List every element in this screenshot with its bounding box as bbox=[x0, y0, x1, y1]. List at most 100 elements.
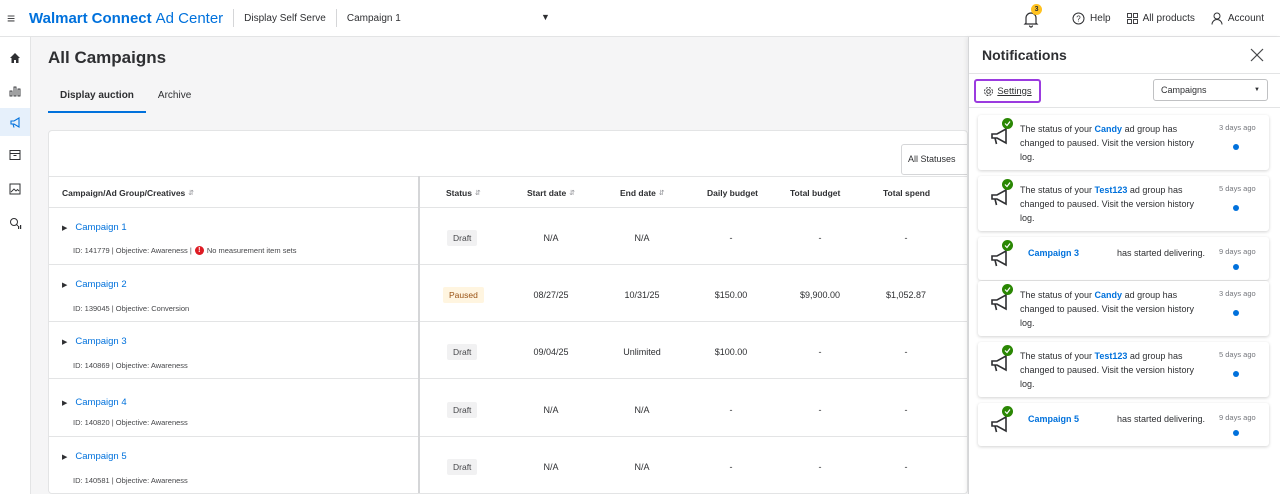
image-icon bbox=[9, 183, 21, 195]
notification-item[interactable]: The status of your Candy ad group has ch… bbox=[978, 281, 1269, 336]
end-date: N/A bbox=[634, 462, 650, 472]
rail-item-creatives[interactable] bbox=[0, 175, 30, 203]
all-products-link[interactable]: All products bbox=[1126, 13, 1195, 24]
daily-budget: $150.00 bbox=[714, 290, 748, 300]
daily-budget: - bbox=[729, 405, 733, 415]
notification-time: 3 days ago bbox=[1219, 289, 1256, 298]
status-badge: Draft bbox=[447, 230, 478, 246]
megaphone-icon bbox=[9, 116, 20, 128]
total-spend: - bbox=[904, 347, 908, 357]
notification-time: 9 days ago bbox=[1219, 247, 1256, 256]
status-filter-select[interactable]: All Statuses bbox=[901, 144, 967, 175]
notification-item[interactable]: Campaign 5 has started delivering. 9 days … bbox=[978, 403, 1269, 446]
frozen-column-divider[interactable] bbox=[418, 176, 420, 493]
check-icon bbox=[1002, 345, 1013, 356]
total-budget: - bbox=[818, 233, 822, 243]
notification-entity-link[interactable]: Campaign 5 bbox=[1028, 412, 1079, 426]
campaign-link[interactable]: ▶ Campaign 2 bbox=[62, 279, 127, 290]
unread-dot bbox=[1233, 430, 1239, 436]
tab-display-auction[interactable]: Display auction bbox=[48, 87, 146, 113]
brand-logo[interactable]: Walmart Connect Ad Center bbox=[29, 10, 223, 27]
total-spend: - bbox=[904, 233, 908, 243]
notification-filter-select[interactable]: Campaigns ▼ bbox=[1153, 79, 1268, 101]
status-badge: Draft bbox=[447, 459, 478, 475]
chevron-down-icon: ▼ bbox=[1254, 87, 1260, 93]
rail-item-insights[interactable] bbox=[0, 209, 30, 237]
sort-icon: ⇵ bbox=[569, 190, 576, 197]
notification-entity-link[interactable]: Candy bbox=[1095, 290, 1123, 300]
notification-item[interactable]: Campaign 3 has started delivering. 9 days … bbox=[978, 237, 1269, 280]
status-badge: Paused bbox=[443, 287, 484, 303]
expand-icon[interactable]: ▶ bbox=[62, 453, 67, 461]
product-name[interactable]: Display Self Serve bbox=[244, 13, 326, 24]
bar-chart-icon bbox=[9, 86, 21, 97]
expand-icon[interactable]: ▶ bbox=[62, 399, 67, 407]
rail-item-reports[interactable] bbox=[0, 77, 30, 105]
total-budget: - bbox=[818, 462, 822, 472]
check-icon bbox=[1002, 179, 1013, 190]
unread-dot bbox=[1233, 205, 1239, 211]
notification-text: Campaign 5 has started delivering. bbox=[1020, 412, 1205, 426]
rail-item-campaigns[interactable] bbox=[0, 108, 30, 136]
header-divider bbox=[335, 9, 337, 27]
unread-dot bbox=[1233, 371, 1239, 377]
insights-icon bbox=[9, 217, 21, 229]
notification-entity-link[interactable]: Test123 bbox=[1095, 351, 1128, 361]
col-header-campaign[interactable]: Campaign/Ad Group/Creatives ⇵ bbox=[62, 177, 194, 209]
notification-item[interactable]: The status of your Candy ad group has ch… bbox=[978, 115, 1269, 170]
notification-item[interactable]: The status of your Test123 ad group has … bbox=[978, 176, 1269, 231]
start-date: N/A bbox=[543, 405, 559, 415]
notification-text: The status of your Test123 ad group has … bbox=[1020, 349, 1205, 391]
campaign-selector[interactable]: Campaign 1 bbox=[347, 13, 401, 24]
col-header-start-date[interactable]: Start date ⇵ bbox=[527, 177, 575, 209]
rail-item-archive[interactable] bbox=[0, 141, 30, 169]
menu-icon[interactable]: ≡ bbox=[7, 10, 29, 26]
notifications-button[interactable]: 3 bbox=[1022, 3, 1043, 28]
settings-button[interactable]: Settings bbox=[974, 79, 1041, 103]
campaign-link[interactable]: ▶ Campaign 4 bbox=[62, 397, 127, 408]
total-budget: - bbox=[818, 405, 822, 415]
campaign-meta: ID: 140581 | Objective: Awareness bbox=[73, 476, 188, 485]
notification-entity-link[interactable]: Campaign 3 bbox=[1028, 246, 1079, 260]
expand-icon[interactable]: ▶ bbox=[62, 338, 67, 346]
campaign-link[interactable]: ▶ Campaign 3 bbox=[62, 336, 127, 347]
total-spend: - bbox=[904, 462, 908, 472]
daily-budget: - bbox=[729, 233, 733, 243]
campaign-link[interactable]: ▶ Campaign 5 bbox=[62, 451, 127, 462]
notification-time: 5 days ago bbox=[1219, 350, 1256, 359]
col-header-end-date[interactable]: End date ⇵ bbox=[620, 177, 665, 209]
campaign-link[interactable]: ▶ Campaign 1 bbox=[62, 222, 127, 233]
col-header-status[interactable]: Status ⇵ bbox=[446, 177, 481, 209]
help-link[interactable]: ? Help bbox=[1072, 12, 1111, 25]
chevron-down-icon[interactable]: ▼ bbox=[541, 12, 550, 22]
divider bbox=[969, 73, 1280, 74]
col-header-daily-budget: Daily budget bbox=[707, 188, 759, 198]
rail-item-home[interactable] bbox=[0, 44, 30, 72]
error-icon: ! bbox=[194, 246, 204, 255]
notification-prefix: The status of your bbox=[1020, 290, 1095, 300]
start-date: N/A bbox=[543, 233, 559, 243]
campaign-meta: ID: 141779 | Objective: Awareness | ! No… bbox=[73, 246, 297, 255]
status-badge: Draft bbox=[447, 344, 478, 360]
account-link[interactable]: Account bbox=[1211, 12, 1264, 25]
end-date: 10/31/25 bbox=[624, 290, 660, 300]
gear-icon bbox=[984, 86, 994, 96]
campaign-tabs: Display auction Archive bbox=[48, 87, 203, 113]
help-label: Help bbox=[1090, 13, 1111, 24]
brand-adcenter: Ad Center bbox=[155, 9, 224, 27]
close-icon[interactable] bbox=[1250, 48, 1264, 62]
start-date: 09/04/25 bbox=[533, 347, 569, 357]
expand-icon[interactable]: ▶ bbox=[62, 281, 67, 289]
table-row: ▶ Campaign 4 ID: 140820 | Objective: Awar… bbox=[49, 380, 967, 437]
expand-icon[interactable]: ▶ bbox=[62, 224, 67, 232]
sort-icon: ⇵ bbox=[658, 190, 665, 197]
sort-icon: ⇵ bbox=[474, 190, 481, 197]
all-products-label: All products bbox=[1142, 13, 1195, 24]
notification-entity-link[interactable]: Test123 bbox=[1095, 185, 1128, 195]
help-icon: ? bbox=[1072, 12, 1085, 25]
svg-text:?: ? bbox=[1076, 15, 1081, 24]
notification-item[interactable]: The status of your Test123 ad group has … bbox=[978, 342, 1269, 397]
notification-entity-link[interactable]: Candy bbox=[1095, 124, 1123, 134]
total-budget: $9,900.00 bbox=[799, 290, 841, 300]
tab-archive[interactable]: Archive bbox=[146, 87, 203, 113]
